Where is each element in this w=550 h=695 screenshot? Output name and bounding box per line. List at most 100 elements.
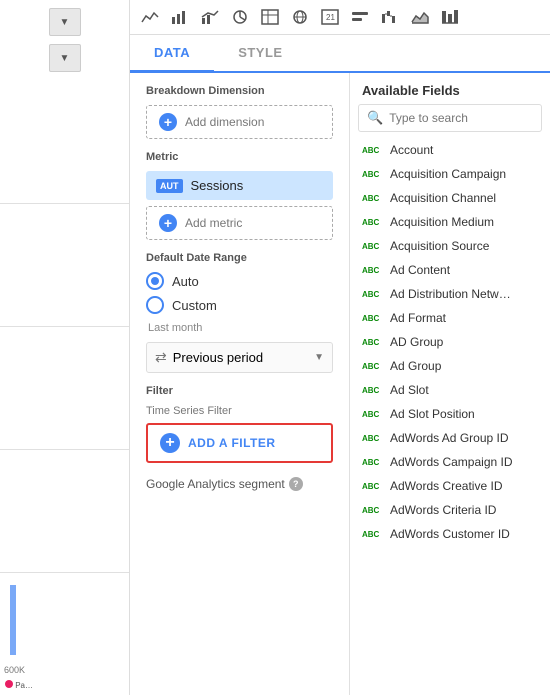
field-type-badge: ABC [362, 194, 384, 203]
main-panel: 21 DATA STYLE Breakdown Dimension + Add … [130, 0, 550, 695]
field-item[interactable]: ABC AdWords Campaign ID [354, 450, 546, 474]
field-name: AdWords Ad Group ID [390, 431, 509, 445]
field-name: Ad Format [390, 311, 446, 325]
radio-auto[interactable]: Auto [146, 272, 333, 290]
toolbar: 21 [130, 0, 550, 35]
field-type-badge: ABC [362, 290, 384, 299]
field-item[interactable]: ABC AdWords Criteria ID [354, 498, 546, 522]
search-input[interactable] [389, 111, 533, 125]
field-name: Acquisition Medium [390, 215, 494, 229]
pie-chart-icon[interactable] [228, 6, 252, 28]
field-type-badge: ABC [362, 434, 384, 443]
fields-list: ABC Account ABC Acquisition Campaign ABC… [350, 138, 550, 695]
field-item[interactable]: ABC Account [354, 138, 546, 162]
sub-date-label: Last month [148, 322, 333, 334]
field-item[interactable]: ABC AD Group [354, 330, 546, 354]
field-type-badge: ABC [362, 482, 384, 491]
field-name: Ad Slot Position [390, 407, 475, 421]
sidebar-arrow-2[interactable]: ▼ [49, 44, 81, 72]
field-name: AD Group [390, 335, 443, 349]
radio-custom[interactable]: Custom [146, 296, 333, 314]
field-item[interactable]: ABC Ad Slot Position [354, 402, 546, 426]
field-type-badge: ABC [362, 314, 384, 323]
filter-label: Filter [146, 385, 333, 397]
table-chart-icon[interactable] [258, 6, 282, 28]
field-name: Account [390, 143, 433, 157]
field-type-badge: ABC [362, 242, 384, 251]
metric-sessions-item[interactable]: AUT Sessions [146, 171, 333, 200]
field-item[interactable]: ABC AdWords Customer ID [354, 522, 546, 546]
field-type-badge: ABC [362, 338, 384, 347]
field-type-badge: ABC [362, 386, 384, 395]
previous-period-label: Previous period [173, 350, 263, 365]
google-analytics-label: Google Analytics segment [146, 477, 285, 491]
add-filter-label: ADD A FILTER [188, 436, 276, 450]
transfer-icon: ⇄ [155, 349, 167, 366]
previous-period-dropdown[interactable]: ⇄ Previous period ▼ [146, 342, 333, 373]
field-item[interactable]: ABC Acquisition Campaign [354, 162, 546, 186]
field-item[interactable]: ABC Ad Slot [354, 378, 546, 402]
tab-bar: DATA STYLE [130, 35, 550, 73]
field-item[interactable]: ABC AdWords Creative ID [354, 474, 546, 498]
content-area: Breakdown Dimension + Add dimension Metr… [130, 73, 550, 695]
field-item[interactable]: ABC Acquisition Medium [354, 210, 546, 234]
fields-panel: Available Fields 🔍 ABC Account ABC Acqui… [350, 73, 550, 695]
field-item[interactable]: ABC AdWords Ad Group ID [354, 426, 546, 450]
field-item[interactable]: ABC Ad Format [354, 306, 546, 330]
tab-data[interactable]: DATA [130, 35, 214, 73]
sidebar-arrow-1[interactable]: ▼ [49, 8, 81, 36]
help-icon[interactable]: ? [289, 477, 303, 491]
bar-chart-icon[interactable] [168, 6, 192, 28]
add-metric-plus-icon: + [159, 214, 177, 232]
field-name: Ad Group [390, 359, 441, 373]
field-type-badge: ABC [362, 530, 384, 539]
config-panel: Breakdown Dimension + Add dimension Metr… [130, 73, 350, 695]
search-icon: 🔍 [367, 110, 383, 126]
field-type-badge: ABC [362, 266, 384, 275]
more-charts-icon[interactable] [438, 6, 462, 28]
search-box[interactable]: 🔍 [358, 104, 542, 132]
add-dimension-label: Add dimension [185, 115, 264, 129]
field-name: Ad Content [390, 263, 450, 277]
area-chart-icon[interactable] [408, 6, 432, 28]
radio-custom-circle [146, 296, 164, 314]
combo-chart-icon[interactable] [198, 6, 222, 28]
geo-chart-icon[interactable] [288, 6, 312, 28]
field-name: Ad Distribution Netw… [390, 287, 511, 301]
breakdown-dimension-label: Breakdown Dimension [146, 85, 333, 97]
time-series-filter-label: Time Series Filter [146, 405, 333, 417]
field-type-badge: ABC [362, 362, 384, 371]
field-item[interactable]: ABC Ad Content [354, 258, 546, 282]
timeline-icon[interactable] [348, 6, 372, 28]
field-item[interactable]: ABC Ad Group [354, 354, 546, 378]
field-name: AdWords Customer ID [390, 527, 510, 541]
filter-section: Filter Time Series Filter + ADD A FILTER [146, 385, 333, 463]
add-dimension-button[interactable]: + Add dimension [146, 105, 333, 139]
fields-header: Available Fields [350, 73, 550, 104]
waterfall-icon[interactable] [378, 6, 402, 28]
tab-style[interactable]: STYLE [214, 35, 306, 73]
field-name: Ad Slot [390, 383, 429, 397]
scorecard-icon[interactable]: 21 [318, 6, 342, 28]
field-item[interactable]: ABC Ad Distribution Netw… [354, 282, 546, 306]
field-name: Acquisition Channel [390, 191, 496, 205]
field-type-badge: ABC [362, 146, 384, 155]
field-item[interactable]: ABC Acquisition Source [354, 234, 546, 258]
add-metric-button[interactable]: + Add metric [146, 206, 333, 240]
add-filter-plus-icon: + [160, 433, 180, 453]
sidebar: ▼ ▼ 600K Pa… [0, 0, 130, 695]
google-analytics-row: Google Analytics segment ? [146, 477, 333, 491]
field-type-badge: ABC [362, 218, 384, 227]
date-range-label: Default Date Range [146, 252, 333, 264]
line-chart-icon[interactable] [138, 6, 162, 28]
field-name: Acquisition Source [390, 239, 489, 253]
field-name: AdWords Creative ID [390, 479, 502, 493]
add-metric-label: Add metric [185, 216, 242, 230]
add-filter-button[interactable]: + ADD A FILTER [146, 423, 333, 463]
radio-custom-label: Custom [172, 298, 217, 313]
field-item[interactable]: ABC Acquisition Channel [354, 186, 546, 210]
radio-group: Auto Custom [146, 272, 333, 314]
chevron-down-icon: ▼ [314, 352, 324, 363]
metric-name: Sessions [191, 178, 244, 193]
add-dimension-plus-icon: + [159, 113, 177, 131]
